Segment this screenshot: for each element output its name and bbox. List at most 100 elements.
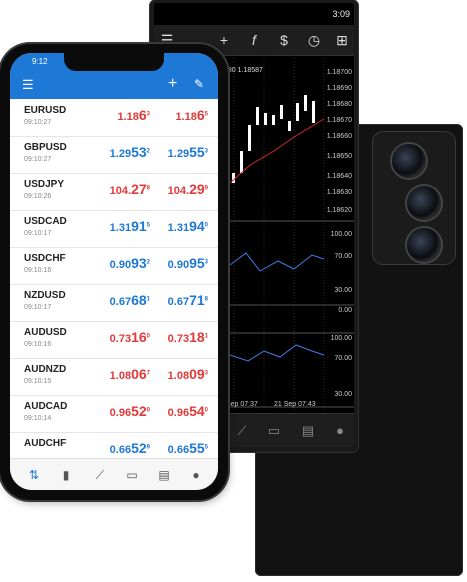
- indicator-tick: 30.00: [334, 391, 352, 398]
- trade-icon[interactable]: ⟋: [90, 465, 110, 485]
- ask-prefix: 0.73: [167, 333, 190, 345]
- price-tick: 1.18680: [326, 101, 352, 108]
- bid-prefix: 0.67: [109, 296, 132, 308]
- bid-price: 0.67681: [96, 292, 150, 308]
- bid-price: 0.66529: [96, 440, 150, 456]
- bid-big-digits: 53: [131, 144, 147, 160]
- quote-row[interactable]: USDJPY 09:10:26 104.278 104.299: [10, 173, 218, 211]
- ask-big-digits: 6: [196, 107, 205, 123]
- edit-icon[interactable]: ✎: [194, 77, 204, 91]
- chart-icon[interactable]: ▮: [56, 465, 76, 485]
- bid-big-digits: 52: [131, 440, 147, 456]
- bid-pip: 9: [146, 444, 150, 451]
- quote-row[interactable]: NZDUSD 09:10:17 0.67681 0.67718: [10, 284, 218, 322]
- chat-icon[interactable]: ●: [330, 421, 350, 441]
- indicator-tick: 30.00: [334, 287, 352, 294]
- quote-row[interactable]: EURUSD 09:10:27 1.1863 1.1865: [10, 99, 218, 137]
- clock-icon[interactable]: ◷: [304, 30, 324, 50]
- quote-time: 09:10:16: [24, 267, 52, 274]
- camera-module: [373, 132, 455, 264]
- ask-prefix: 1.29: [167, 148, 190, 160]
- indicator-tick: 100.00: [330, 335, 352, 342]
- iphone-screen: 9:12 ☰ + ✎ EURUSD 09:10:27 1.1863 1.1865 GBP…: [10, 53, 218, 490]
- indicator-tick: 70.00: [334, 253, 352, 260]
- ask-big-digits: 55: [189, 144, 205, 160]
- ask-price: 1.31940: [154, 218, 208, 234]
- ask-pip: 3: [204, 148, 208, 155]
- menu-icon[interactable]: ☰: [22, 77, 34, 93]
- ask-pip: 0: [204, 407, 208, 414]
- price-tick: 1.18700: [326, 69, 352, 76]
- ask-big-digits: 09: [189, 366, 205, 382]
- bid-pip: 2: [146, 148, 150, 155]
- ask-big-digits: 94: [189, 218, 205, 234]
- quote-time: 09:10:27: [24, 119, 52, 126]
- ask-pip: 9: [204, 185, 208, 192]
- ask-prefix: 0.90: [167, 259, 190, 271]
- inbox-icon[interactable]: ▭: [264, 421, 284, 441]
- symbol-name: AUDUSD: [24, 327, 67, 338]
- ask-big-digits: 55: [189, 440, 205, 456]
- history-icon[interactable]: ▭: [122, 465, 142, 485]
- add-icon[interactable]: ⊞: [332, 30, 352, 50]
- quote-row[interactable]: GBPUSD 09:10:27 1.29532 1.29553: [10, 136, 218, 174]
- bid-big-digits: 6: [138, 107, 147, 123]
- ask-price: 0.73181: [154, 329, 208, 345]
- dollar-icon[interactable]: $: [274, 30, 294, 50]
- symbol-name: EURUSD: [24, 105, 67, 116]
- price-tick: 1.18650: [326, 153, 352, 160]
- ios-status-time: 9:12: [32, 57, 48, 66]
- quote-time: 09:10:16: [24, 341, 52, 348]
- price-tick: 1.18620: [326, 207, 352, 214]
- ask-price: 0.66555: [154, 440, 208, 456]
- bid-pip: 0: [146, 333, 150, 340]
- ask-big-digits: 29: [189, 181, 205, 197]
- function-icon[interactable]: f: [244, 30, 264, 50]
- quote-row[interactable]: AUDUSD 09:10:16 0.73160 0.73181: [10, 321, 218, 359]
- news-icon[interactable]: ▤: [298, 421, 318, 441]
- bid-big-digits: 91: [131, 218, 147, 234]
- bid-prefix: 0.90: [109, 259, 132, 271]
- bid-price: 1.1863: [96, 107, 150, 123]
- camera-lens-icon: [407, 186, 441, 220]
- bid-big-digits: 52: [131, 403, 147, 419]
- bid-price: 104.278: [96, 181, 150, 197]
- quote-row[interactable]: USDCAD 09:10:17 1.31915 1.31940: [10, 210, 218, 248]
- quote-row[interactable]: AUDNZD 09:10:15 1.08067 1.08093: [10, 358, 218, 396]
- symbol-name: NZDUSD: [24, 290, 66, 301]
- price-tick: 1.18660: [326, 133, 352, 140]
- news-icon[interactable]: ▤: [154, 465, 174, 485]
- bid-prefix: 0.73: [109, 333, 132, 345]
- bid-big-digits: 06: [131, 366, 147, 382]
- quotes-icon[interactable]: ⇅: [24, 465, 44, 485]
- quote-time: 09:10:17: [24, 230, 52, 237]
- price-tick: 1.18670: [326, 117, 352, 124]
- ask-price: 1.1865: [154, 107, 208, 123]
- ask-price: 104.299: [154, 181, 208, 197]
- add-icon[interactable]: +: [168, 75, 177, 93]
- crosshair-icon[interactable]: +: [214, 30, 234, 50]
- indicator-tick: 0.00: [338, 307, 352, 314]
- ask-prefix: 0.67: [167, 296, 190, 308]
- chat-icon[interactable]: ●: [186, 465, 206, 485]
- quote-time: 09:10:17: [24, 304, 52, 311]
- chart-icon[interactable]: ⟋: [232, 421, 252, 441]
- bid-pip: 2: [146, 259, 150, 266]
- ask-big-digits: 95: [189, 255, 205, 271]
- symbol-name: USDJPY: [24, 179, 65, 190]
- bid-prefix: 1.08: [109, 370, 132, 382]
- quote-row[interactable]: USDCHF 09:10:16 0.90932 0.90953: [10, 247, 218, 285]
- bid-prefix: 1.29: [109, 148, 132, 160]
- bid-pip: 5: [146, 222, 150, 229]
- bid-price: 1.31915: [96, 218, 150, 234]
- bid-pip: 8: [146, 185, 150, 192]
- android-status-bar: 3:09: [154, 3, 354, 25]
- bid-pip: 7: [146, 370, 150, 377]
- price-tick: 1.18690: [326, 85, 352, 92]
- symbol-name: AUDCHF: [24, 438, 67, 449]
- ask-pip: 3: [204, 259, 208, 266]
- bid-pip: 0: [146, 407, 150, 414]
- price-tick: 1.18630: [326, 189, 352, 196]
- bid-prefix: 0.66: [109, 444, 132, 456]
- quote-row[interactable]: AUDCAD 09:10:14 0.96520 0.96540: [10, 395, 218, 433]
